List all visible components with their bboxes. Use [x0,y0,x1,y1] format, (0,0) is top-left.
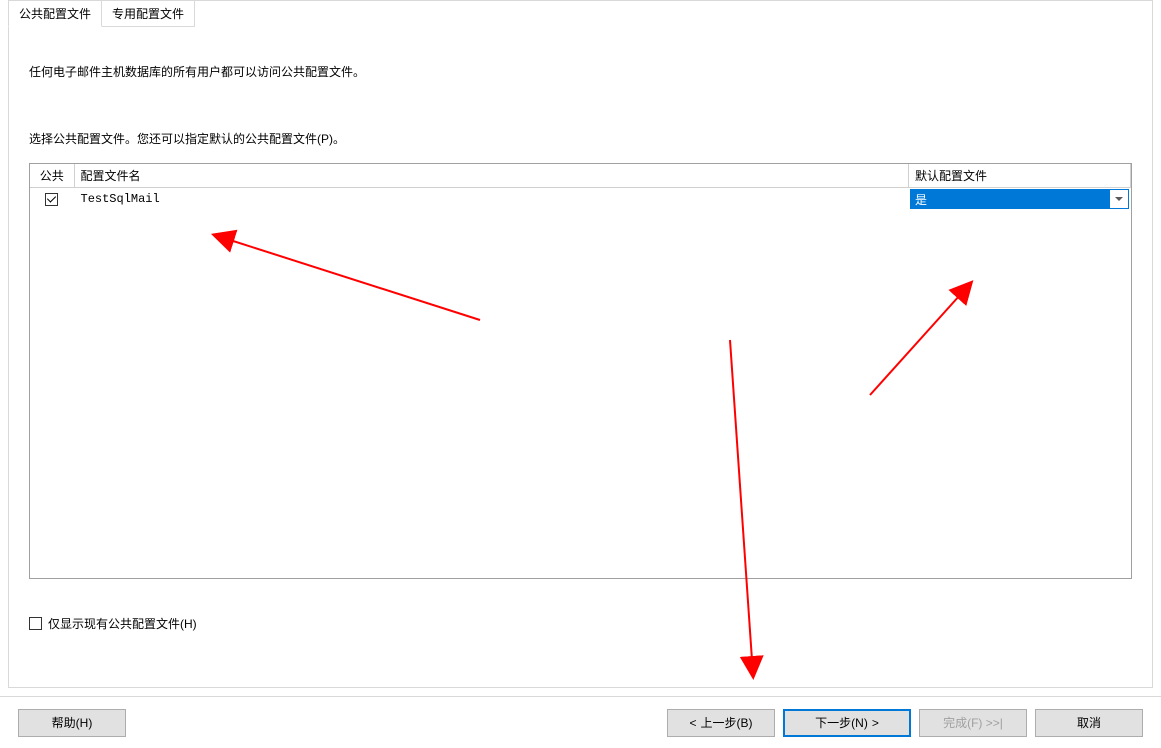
table-header-row: 公共 配置文件名 默认配置文件 [30,164,1131,188]
show-only-checkbox[interactable] [29,617,42,630]
next-button[interactable]: 下一步(N) > [783,709,911,737]
profiles-table-container: 公共 配置文件名 默认配置文件 TestSqlMail 是 [29,163,1132,579]
default-profile-dropdown[interactable]: 是 [910,189,1129,209]
tab-strip: 公共配置文件 专用配置文件 [8,0,195,27]
chevron-left-icon: < [689,716,696,730]
chevron-right-icon: > [872,716,879,730]
header-default-profile[interactable]: 默认配置文件 [909,164,1131,188]
tab-public-profiles[interactable]: 公共配置文件 [8,0,102,27]
cell-profile-name[interactable]: TestSqlMail [74,188,909,211]
cell-public-checkbox[interactable] [30,188,74,211]
panel-body: 任何电子邮件主机数据库的所有用户都可以访问公共配置文件。 选择公共配置文件。您还… [9,23,1152,687]
cell-default-dropdown[interactable]: 是 [909,188,1131,211]
profiles-table: 公共 配置文件名 默认配置文件 TestSqlMail 是 [30,164,1131,210]
back-button[interactable]: < 上一步(B) [667,709,775,737]
cancel-button[interactable]: 取消 [1035,709,1143,737]
tab-private-profiles[interactable]: 专用配置文件 [102,0,195,27]
description-text: 任何电子邮件主机数据库的所有用户都可以访问公共配置文件。 [29,63,1132,80]
finish-button: 完成(F) >>| [919,709,1027,737]
show-only-existing-row: 仅显示现有公共配置文件(H) [29,615,1132,632]
header-public[interactable]: 公共 [30,164,74,188]
header-profile-name[interactable]: 配置文件名 [74,164,909,188]
back-button-label: 上一步(B) [701,714,753,731]
instruction-text: 选择公共配置文件。您还可以指定默认的公共配置文件(P)。 [29,130,1132,147]
wizard-footer: 帮助(H) < 上一步(B) 下一步(N) > 完成(F) >>| 取消 [0,696,1161,748]
chevron-down-icon[interactable] [1110,190,1128,208]
content-panel: 公共配置文件 专用配置文件 任何电子邮件主机数据库的所有用户都可以访问公共配置文… [8,0,1153,688]
public-checkbox-icon[interactable] [45,193,58,206]
show-only-label: 仅显示现有公共配置文件(H) [48,615,197,632]
help-button[interactable]: 帮助(H) [18,709,126,737]
next-button-label: 下一步(N) [815,714,868,731]
table-row[interactable]: TestSqlMail 是 [30,188,1131,211]
dropdown-value: 是 [915,193,927,207]
